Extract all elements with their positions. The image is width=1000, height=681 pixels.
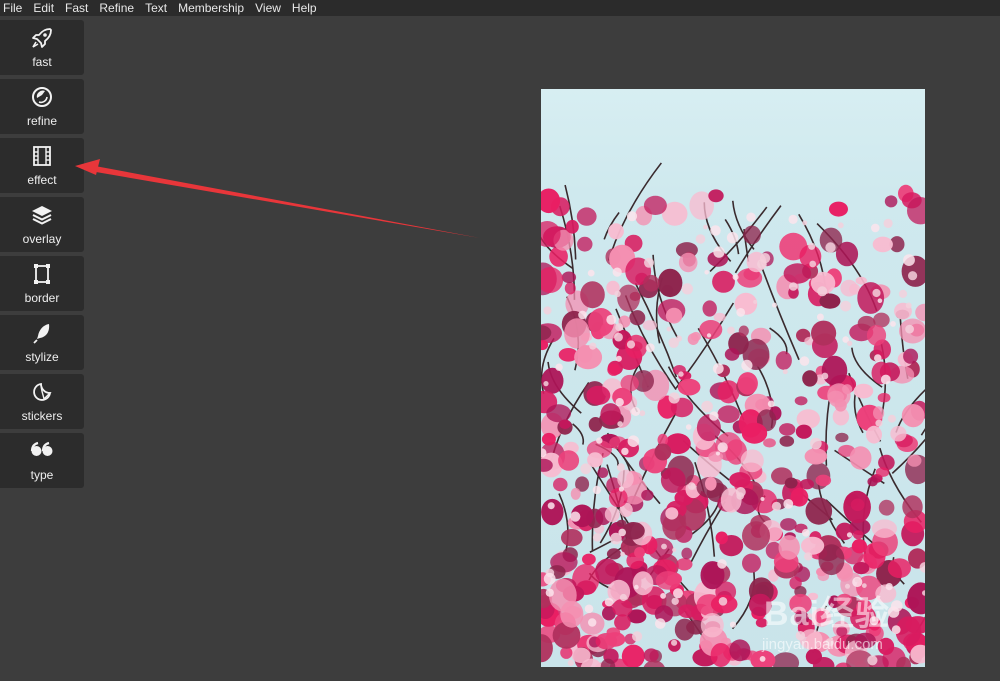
tool-stickers-button[interactable]: stickers bbox=[0, 374, 84, 429]
tool-effect-label: effect bbox=[27, 173, 57, 187]
menu-text[interactable]: Text bbox=[145, 2, 167, 14]
frame-icon bbox=[29, 262, 55, 286]
menu-file[interactable]: File bbox=[3, 2, 22, 14]
tool-stylize-button[interactable]: stylize bbox=[0, 315, 84, 370]
rocket-icon bbox=[29, 26, 55, 50]
tool-stickers-label: stickers bbox=[21, 409, 63, 423]
tool-stylize-label: stylize bbox=[25, 350, 59, 364]
magnolia-photo[interactable] bbox=[541, 89, 925, 667]
sticker-icon bbox=[29, 380, 55, 404]
blossom-art bbox=[541, 162, 925, 667]
tool-fast-label: fast bbox=[32, 55, 52, 69]
menu-edit[interactable]: Edit bbox=[33, 2, 54, 14]
menu-view[interactable]: View bbox=[255, 2, 281, 14]
tool-border-button[interactable]: border bbox=[0, 256, 84, 311]
tool-effect-button[interactable]: effect bbox=[0, 138, 84, 193]
tool-refine-label: refine bbox=[26, 114, 58, 128]
tool-panel: fast refine effect overlay border styliz… bbox=[0, 20, 84, 492]
tool-border-label: border bbox=[24, 291, 60, 305]
menu-membership[interactable]: Membership bbox=[178, 2, 244, 14]
feather-icon bbox=[29, 321, 55, 345]
lens-icon bbox=[29, 85, 55, 109]
quote-icon bbox=[29, 439, 55, 463]
tool-fast-button[interactable]: fast bbox=[0, 20, 84, 75]
film-icon bbox=[29, 144, 55, 168]
menu-fast[interactable]: Fast bbox=[65, 2, 88, 14]
tool-type-label: type bbox=[30, 468, 54, 482]
tool-overlay-button[interactable]: overlay bbox=[0, 197, 84, 252]
layers-icon bbox=[29, 203, 55, 227]
menu-bar: File Edit Fast Refine Text Membership Vi… bbox=[0, 0, 1000, 16]
menu-help[interactable]: Help bbox=[292, 2, 317, 14]
arrow-shaft bbox=[95, 166, 480, 238]
tool-refine-button[interactable]: refine bbox=[0, 79, 84, 134]
tool-overlay-label: overlay bbox=[22, 232, 62, 246]
menu-refine[interactable]: Refine bbox=[99, 2, 134, 14]
tool-type-button[interactable]: type bbox=[0, 433, 84, 488]
